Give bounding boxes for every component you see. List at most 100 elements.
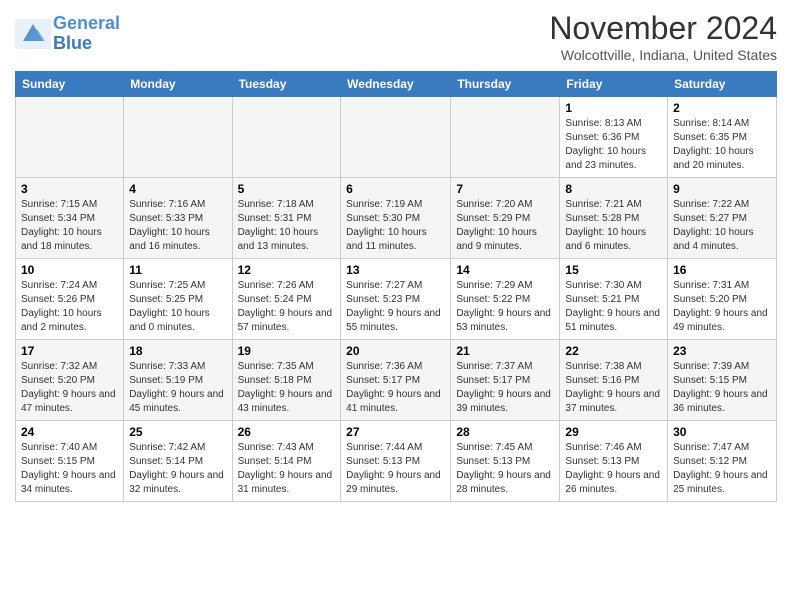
day-number: 15	[565, 263, 662, 277]
day-number: 22	[565, 344, 662, 358]
day-number: 27	[346, 425, 445, 439]
day-info: Sunrise: 7:35 AMSunset: 5:18 PMDaylight:…	[238, 360, 336, 416]
location-title: Wolcottville, Indiana, United States	[549, 47, 777, 63]
day-info: Sunrise: 8:14 AMSunset: 6:35 PMDaylight:…	[673, 117, 771, 173]
logo-text: General Blue	[53, 14, 120, 54]
day-number: 19	[238, 344, 336, 358]
day-number: 11	[129, 263, 226, 277]
day-number: 9	[673, 182, 771, 196]
day-info: Sunrise: 7:30 AMSunset: 5:21 PMDaylight:…	[565, 279, 662, 335]
day-number: 26	[238, 425, 336, 439]
day-info: Sunrise: 7:45 AMSunset: 5:13 PMDaylight:…	[456, 441, 554, 497]
calendar-cell: 9 Sunrise: 7:22 AMSunset: 5:27 PMDaylight…	[668, 178, 777, 259]
weekday-header-monday: Monday	[124, 72, 232, 97]
day-info: Sunrise: 7:37 AMSunset: 5:17 PMDaylight:…	[456, 360, 554, 416]
calendar-week-row: 10Sunrise: 7:24 AMSunset: 5:26 PMDayligh…	[16, 259, 777, 340]
day-number: 21	[456, 344, 554, 358]
calendar-cell: 1 Sunrise: 8:13 AMSunset: 6:36 PMDaylight…	[560, 97, 668, 178]
day-number: 17	[21, 344, 118, 358]
calendar-cell	[232, 97, 341, 178]
calendar-cell: 17 Sunrise: 7:32 AMSunset: 5:20 PMDayligh…	[16, 340, 124, 421]
weekday-header-tuesday: Tuesday	[232, 72, 341, 97]
calendar-cell: 6 Sunrise: 7:19 AMSunset: 5:30 PMDaylight…	[341, 178, 451, 259]
day-number: 5	[238, 182, 336, 196]
calendar-cell: 7 Sunrise: 7:20 AMSunset: 5:29 PMDaylight…	[451, 178, 560, 259]
day-info: Sunrise: 7:19 AMSunset: 5:30 PMDaylight:…	[346, 198, 445, 254]
day-number: 30	[673, 425, 771, 439]
calendar-cell: 11 Sunrise: 7:25 AMSunset: 5:25 PMDayligh…	[124, 259, 232, 340]
day-number: 2	[673, 101, 771, 115]
day-info: Sunrise: 7:29 AMSunset: 5:22 PMDaylight:…	[456, 279, 554, 335]
calendar-table: SundayMondayTuesdayWednesdayThursdayFrid…	[15, 71, 777, 502]
day-info: Sunrise: 7:42 AMSunset: 5:14 PMDaylight:…	[129, 441, 226, 497]
calendar-cell: 21 Sunrise: 7:37 AMSunset: 5:17 PMDayligh…	[451, 340, 560, 421]
day-info: Sunrise: 7:46 AMSunset: 5:13 PMDaylight:…	[565, 441, 662, 497]
page-header: General Blue November 2024 Wolcottville,…	[15, 10, 777, 63]
calendar-cell	[124, 97, 232, 178]
day-number: 25	[129, 425, 226, 439]
day-info: Sunrise: 7:25 AMSunset: 5:25 PMDaylight:…	[129, 279, 226, 335]
calendar-cell: 2 Sunrise: 8:14 AMSunset: 6:35 PMDaylight…	[668, 97, 777, 178]
weekday-header-wednesday: Wednesday	[341, 72, 451, 97]
title-area: November 2024 Wolcottville, Indiana, Uni…	[549, 10, 777, 63]
day-info: Sunrise: 7:47 AMSunset: 5:12 PMDaylight:…	[673, 441, 771, 497]
day-info: Sunrise: 7:24 AMSunset: 5:26 PMDaylight:…	[21, 279, 118, 335]
day-info: Sunrise: 7:31 AMSunset: 5:20 PMDaylight:…	[673, 279, 771, 335]
day-info: Sunrise: 7:40 AMSunset: 5:15 PMDaylight:…	[21, 441, 118, 497]
calendar-cell	[16, 97, 124, 178]
day-info: Sunrise: 8:13 AMSunset: 6:36 PMDaylight:…	[565, 117, 662, 173]
logo: General Blue	[15, 14, 120, 54]
calendar-cell: 20 Sunrise: 7:36 AMSunset: 5:17 PMDayligh…	[341, 340, 451, 421]
calendar-cell: 13 Sunrise: 7:27 AMSunset: 5:23 PMDayligh…	[341, 259, 451, 340]
calendar-cell: 5 Sunrise: 7:18 AMSunset: 5:31 PMDaylight…	[232, 178, 341, 259]
day-number: 23	[673, 344, 771, 358]
day-info: Sunrise: 7:32 AMSunset: 5:20 PMDaylight:…	[21, 360, 118, 416]
calendar-cell: 25 Sunrise: 7:42 AMSunset: 5:14 PMDayligh…	[124, 421, 232, 502]
weekday-header-friday: Friday	[560, 72, 668, 97]
day-number: 8	[565, 182, 662, 196]
day-number: 13	[346, 263, 445, 277]
calendar-cell: 8 Sunrise: 7:21 AMSunset: 5:28 PMDaylight…	[560, 178, 668, 259]
day-info: Sunrise: 7:20 AMSunset: 5:29 PMDaylight:…	[456, 198, 554, 254]
calendar-cell: 19 Sunrise: 7:35 AMSunset: 5:18 PMDayligh…	[232, 340, 341, 421]
day-info: Sunrise: 7:27 AMSunset: 5:23 PMDaylight:…	[346, 279, 445, 335]
day-number: 24	[21, 425, 118, 439]
day-info: Sunrise: 7:21 AMSunset: 5:28 PMDaylight:…	[565, 198, 662, 254]
day-info: Sunrise: 7:26 AMSunset: 5:24 PMDaylight:…	[238, 279, 336, 335]
calendar-cell: 18 Sunrise: 7:33 AMSunset: 5:19 PMDayligh…	[124, 340, 232, 421]
day-number: 1	[565, 101, 662, 115]
day-number: 6	[346, 182, 445, 196]
weekday-header-sunday: Sunday	[16, 72, 124, 97]
calendar-cell: 23 Sunrise: 7:39 AMSunset: 5:15 PMDayligh…	[668, 340, 777, 421]
day-number: 14	[456, 263, 554, 277]
day-info: Sunrise: 7:36 AMSunset: 5:17 PMDaylight:…	[346, 360, 445, 416]
day-info: Sunrise: 7:43 AMSunset: 5:14 PMDaylight:…	[238, 441, 336, 497]
calendar-cell: 22Sunrise: 7:38 AMSunset: 5:16 PMDayligh…	[560, 340, 668, 421]
day-number: 18	[129, 344, 226, 358]
day-info: Sunrise: 7:33 AMSunset: 5:19 PMDaylight:…	[129, 360, 226, 416]
calendar-cell: 10Sunrise: 7:24 AMSunset: 5:26 PMDayligh…	[16, 259, 124, 340]
day-number: 12	[238, 263, 336, 277]
calendar-week-row: 24 Sunrise: 7:40 AMSunset: 5:15 PMDayligh…	[16, 421, 777, 502]
weekday-header-saturday: Saturday	[668, 72, 777, 97]
day-info: Sunrise: 7:22 AMSunset: 5:27 PMDaylight:…	[673, 198, 771, 254]
calendar-cell: 30 Sunrise: 7:47 AMSunset: 5:12 PMDayligh…	[668, 421, 777, 502]
calendar-cell: 27 Sunrise: 7:44 AMSunset: 5:13 PMDayligh…	[341, 421, 451, 502]
day-info: Sunrise: 7:44 AMSunset: 5:13 PMDaylight:…	[346, 441, 445, 497]
calendar-cell: 24 Sunrise: 7:40 AMSunset: 5:15 PMDayligh…	[16, 421, 124, 502]
day-info: Sunrise: 7:39 AMSunset: 5:15 PMDaylight:…	[673, 360, 771, 416]
day-number: 20	[346, 344, 445, 358]
calendar-cell: 16 Sunrise: 7:31 AMSunset: 5:20 PMDayligh…	[668, 259, 777, 340]
calendar-week-row: 1 Sunrise: 8:13 AMSunset: 6:36 PMDaylight…	[16, 97, 777, 178]
calendar-cell: 26 Sunrise: 7:43 AMSunset: 5:14 PMDayligh…	[232, 421, 341, 502]
day-number: 3	[21, 182, 118, 196]
day-info: Sunrise: 7:18 AMSunset: 5:31 PMDaylight:…	[238, 198, 336, 254]
calendar-week-row: 17 Sunrise: 7:32 AMSunset: 5:20 PMDayligh…	[16, 340, 777, 421]
day-number: 7	[456, 182, 554, 196]
day-number: 16	[673, 263, 771, 277]
calendar-week-row: 3Sunrise: 7:15 AMSunset: 5:34 PMDaylight…	[16, 178, 777, 259]
calendar-cell: 28Sunrise: 7:45 AMSunset: 5:13 PMDayligh…	[451, 421, 560, 502]
weekday-header-thursday: Thursday	[451, 72, 560, 97]
calendar-cell: 29Sunrise: 7:46 AMSunset: 5:13 PMDayligh…	[560, 421, 668, 502]
day-info: Sunrise: 7:16 AMSunset: 5:33 PMDaylight:…	[129, 198, 226, 254]
